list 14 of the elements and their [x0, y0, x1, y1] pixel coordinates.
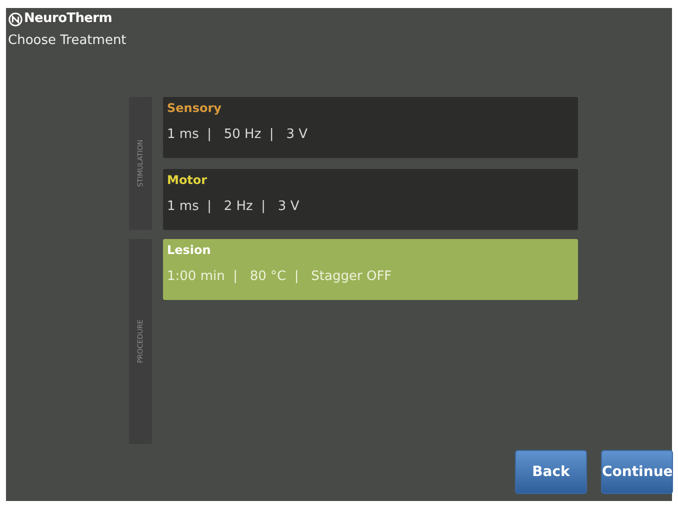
logo-icon — [8, 12, 23, 26]
treatment-name: Sensory — [167, 100, 222, 117]
treatment-card[interactable]: Lesion 1:00 min | 80 °C | Stagger OFF — [163, 239, 578, 300]
brand-logo: NeuroTherm — [24, 10, 112, 28]
treatment-settings: 1:00 min | 80 °C | Stagger OFF — [167, 268, 392, 286]
nav-button[interactable]: Back — [515, 450, 587, 494]
treatment-settings: 1 ms | 50 Hz | 3 V — [167, 126, 308, 144]
treatment-card[interactable]: Motor 1 ms | 2 Hz | 3 V — [163, 169, 578, 230]
treatment-card[interactable]: Sensory 1 ms | 50 Hz | 3 V — [163, 97, 578, 158]
treatment-name: Motor — [167, 172, 208, 189]
treatment-settings: 1 ms | 2 Hz | 3 V — [167, 198, 300, 216]
nav-button[interactable]: Continue — [601, 450, 673, 494]
page-title: Choose Treatment — [8, 32, 126, 50]
treatment-name: Lesion — [167, 242, 211, 259]
